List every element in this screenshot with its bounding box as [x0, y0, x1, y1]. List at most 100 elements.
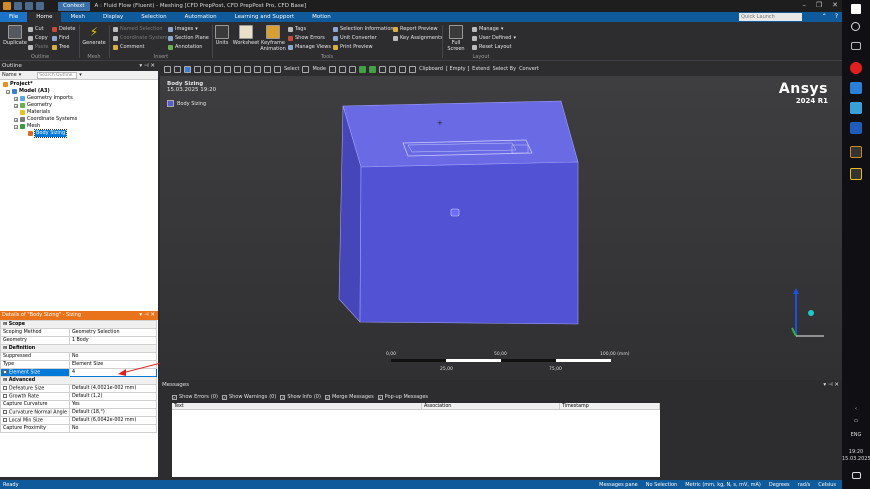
- detail-row[interactable]: Scoping Method Geometry Selection: [0, 328, 158, 337]
- panel-controls[interactable]: ▾ ⊣ ✕: [139, 311, 155, 320]
- images-button[interactable]: Images ▾: [168, 26, 198, 32]
- empty-selection-button[interactable]: [ Empty ]: [446, 66, 469, 72]
- name-column-label[interactable]: Name: [2, 72, 17, 78]
- tree-item-geometry-imports[interactable]: + Geometry Imports: [3, 95, 158, 102]
- redo-icon[interactable]: [36, 2, 44, 10]
- collapse-icon[interactable]: −: [6, 89, 10, 94]
- find-button[interactable]: Find: [52, 35, 69, 41]
- clock-time[interactable]: 19:20: [842, 449, 870, 456]
- panel-controls[interactable]: ▾ ⊣ ✕: [139, 62, 155, 71]
- camera-icon[interactable]: [164, 65, 171, 73]
- column-text[interactable]: Text: [172, 403, 422, 409]
- extend-button[interactable]: Extend: [472, 66, 490, 72]
- key-assignments-button[interactable]: Key Assignments: [393, 35, 443, 41]
- copy-button[interactable]: Copy: [28, 35, 48, 41]
- delete-button[interactable]: Delete: [52, 26, 75, 32]
- model-body[interactable]: +: [160, 76, 842, 380]
- temperature-units[interactable]: Celsius: [818, 482, 836, 488]
- minimize-icon[interactable]: –: [802, 1, 806, 9]
- units-status[interactable]: Metric (mm, kg, N, s, mV, mA): [685, 482, 761, 488]
- search-dropdown-icon[interactable]: ▾: [79, 72, 82, 78]
- manage-views-button[interactable]: Manage Views: [288, 44, 331, 50]
- save-icon[interactable]: [14, 2, 22, 10]
- maximize-icon[interactable]: ❐: [816, 1, 822, 9]
- next-view-icon[interactable]: [254, 65, 261, 73]
- parameter-checkbox[interactable]: [3, 409, 7, 414]
- popup-messages-toggle[interactable]: ✓ Pop-up Messages: [377, 394, 428, 400]
- tree-item-materials[interactable]: Materials: [3, 109, 158, 116]
- print-preview-button[interactable]: Print Preview: [333, 44, 373, 50]
- app-icon[interactable]: [850, 102, 862, 114]
- element-size-input[interactable]: 4: [68, 368, 158, 377]
- quick-launch-input[interactable]: Quick Launch: [739, 13, 802, 21]
- undo-icon[interactable]: [25, 2, 33, 10]
- close-icon[interactable]: ✕: [832, 1, 838, 9]
- help-icon[interactable]: ?: [835, 12, 838, 22]
- merge-messages-toggle[interactable]: ✓ Merge Messages: [324, 394, 374, 400]
- generate-button[interactable]: ⚡ Generate: [81, 25, 107, 46]
- cut-button[interactable]: Cut: [28, 26, 44, 32]
- show-info-toggle[interactable]: ✓ Show Info (0): [280, 394, 321, 400]
- parameter-checkbox[interactable]: [3, 385, 7, 390]
- reset-layout-button[interactable]: Reset Layout: [472, 44, 512, 50]
- rotate-icon[interactable]: [184, 65, 191, 73]
- named-selection-button[interactable]: Named Selection: [113, 26, 163, 32]
- mode-dropdown[interactable]: Mode: [312, 66, 326, 72]
- comment-button[interactable]: Comment: [113, 44, 145, 50]
- selection-information-button[interactable]: Selection Information: [333, 26, 394, 32]
- annotation-button[interactable]: Annotation: [168, 44, 202, 50]
- face-select-icon[interactable]: [349, 65, 357, 73]
- parameter-checkbox[interactable]: [3, 393, 7, 398]
- unit-converter-button[interactable]: Unit Converter: [333, 35, 377, 41]
- expand-icon[interactable]: +: [14, 103, 18, 108]
- zoom-icon[interactable]: [204, 65, 211, 73]
- detail-row[interactable]: Geometry 1 Body: [0, 336, 158, 345]
- windows-start-icon[interactable]: [851, 4, 861, 14]
- tab-selection[interactable]: Selection: [132, 12, 175, 22]
- tree-item-body-sizing[interactable]: Body Sizing: [3, 129, 158, 138]
- show-warnings-toggle[interactable]: ✓ Show Warnings (0): [221, 394, 276, 400]
- edge-select-icon[interactable]: [339, 65, 347, 73]
- expand-icon[interactable]: +: [14, 117, 18, 122]
- tab-automation[interactable]: Automation: [176, 12, 226, 22]
- velocity-units[interactable]: rad/s: [798, 482, 811, 488]
- graphics-viewport[interactable]: Body Sizing 15.03.2025 19:20 Body Sizing…: [160, 76, 842, 380]
- look-at-icon[interactable]: [174, 65, 181, 73]
- language-indicator[interactable]: ENG: [842, 432, 870, 439]
- select-label[interactable]: Select: [284, 66, 299, 72]
- duplicate-button[interactable]: Duplicate: [3, 25, 27, 46]
- vertex-select-icon[interactable]: [329, 65, 337, 73]
- network-icon[interactable]: ▭: [842, 418, 870, 425]
- units-button[interactable]: Units: [213, 25, 231, 46]
- full-screen-button[interactable]: Full Screen: [445, 25, 467, 52]
- tray-chevron-icon[interactable]: ‹: [842, 406, 870, 413]
- select-by-button[interactable]: Select By: [493, 66, 516, 72]
- detail-row[interactable]: Curvature Normal Angle Default (18,°): [0, 408, 158, 417]
- pan-icon[interactable]: [194, 65, 201, 73]
- tree-item-geometry[interactable]: + Geometry: [3, 102, 158, 109]
- ribbon-collapse-icon[interactable]: ⌃: [822, 12, 827, 22]
- convert-button[interactable]: Convert: [519, 66, 539, 72]
- collapse-icon[interactable]: −: [14, 124, 18, 129]
- worksheet-button[interactable]: Worksheet: [232, 25, 260, 46]
- sort-icon[interactable]: ▾: [19, 72, 22, 78]
- zoom-fit-icon[interactable]: [224, 65, 231, 73]
- parameter-checkbox[interactable]: [3, 417, 7, 422]
- element-select-icon[interactable]: [389, 65, 397, 73]
- panel-controls[interactable]: ▾ ⊣ ✕: [823, 380, 839, 391]
- group-scope[interactable]: ⊟ Scope: [0, 320, 157, 329]
- task-view-icon[interactable]: [851, 42, 861, 50]
- magnifier-icon[interactable]: [234, 65, 241, 73]
- manage-button[interactable]: Manage ▾: [472, 26, 503, 32]
- expand-icon[interactable]: +: [14, 96, 18, 101]
- element-size-row[interactable]: Element Size 4: [0, 368, 158, 377]
- coordinate-system-button[interactable]: Coordinate System: [113, 35, 168, 41]
- isometric-icon[interactable]: [264, 65, 271, 73]
- ansys-workbench-icon[interactable]: [850, 146, 862, 158]
- node-select-icon[interactable]: [369, 65, 377, 73]
- outline-search-input[interactable]: Search Outline: [37, 71, 78, 79]
- tab-mesh[interactable]: Mesh: [61, 12, 93, 22]
- detail-row[interactable]: Defeature Size Default (4,0021e-002 mm): [0, 384, 158, 393]
- detail-row[interactable]: Type Element Size: [0, 360, 158, 369]
- user-defined-button[interactable]: User Defined ▾: [472, 35, 516, 41]
